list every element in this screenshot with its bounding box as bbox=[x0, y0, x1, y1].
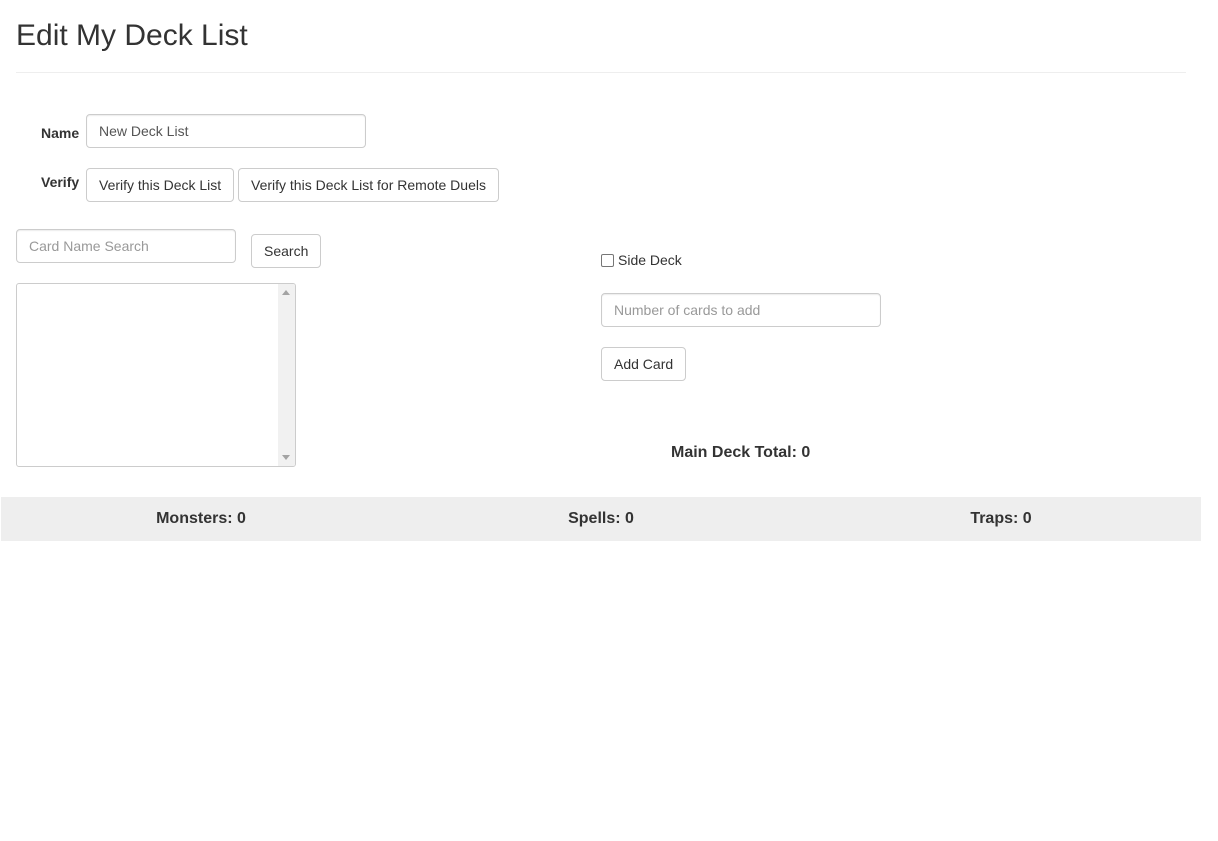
side-deck-checkbox[interactable] bbox=[601, 253, 614, 267]
name-label: Name bbox=[41, 125, 80, 141]
card-name-search-input[interactable] bbox=[16, 229, 236, 263]
scroll-up-icon[interactable] bbox=[282, 290, 290, 295]
deck-stats-bar: Monsters: 0 Spells: 0 Traps: 0 bbox=[1, 497, 1201, 541]
verify-deck-button[interactable]: Verify this Deck List bbox=[86, 168, 234, 202]
spells-count: Spells: 0 bbox=[568, 510, 634, 527]
traps-count: Traps: 0 bbox=[970, 510, 1032, 527]
title-divider bbox=[16, 72, 1186, 73]
scroll-down-icon[interactable] bbox=[282, 455, 290, 460]
search-results-list[interactable] bbox=[16, 283, 296, 467]
deck-name-input[interactable] bbox=[86, 114, 366, 148]
verify-remote-duels-button[interactable]: Verify this Deck List for Remote Duels bbox=[238, 168, 499, 202]
add-card-button[interactable]: Add Card bbox=[601, 347, 686, 381]
side-deck-option[interactable]: Side Deck bbox=[601, 252, 682, 268]
search-button[interactable]: Search bbox=[251, 234, 321, 268]
verify-label: Verify bbox=[41, 174, 80, 190]
main-deck-total: Main Deck Total: 0 bbox=[671, 444, 811, 461]
side-deck-label: Side Deck bbox=[618, 252, 682, 268]
scrollbar[interactable] bbox=[278, 284, 295, 466]
monsters-count: Monsters: 0 bbox=[156, 510, 246, 527]
page-title: Edit My Deck List bbox=[16, 19, 248, 52]
card-count-input[interactable] bbox=[601, 293, 881, 327]
